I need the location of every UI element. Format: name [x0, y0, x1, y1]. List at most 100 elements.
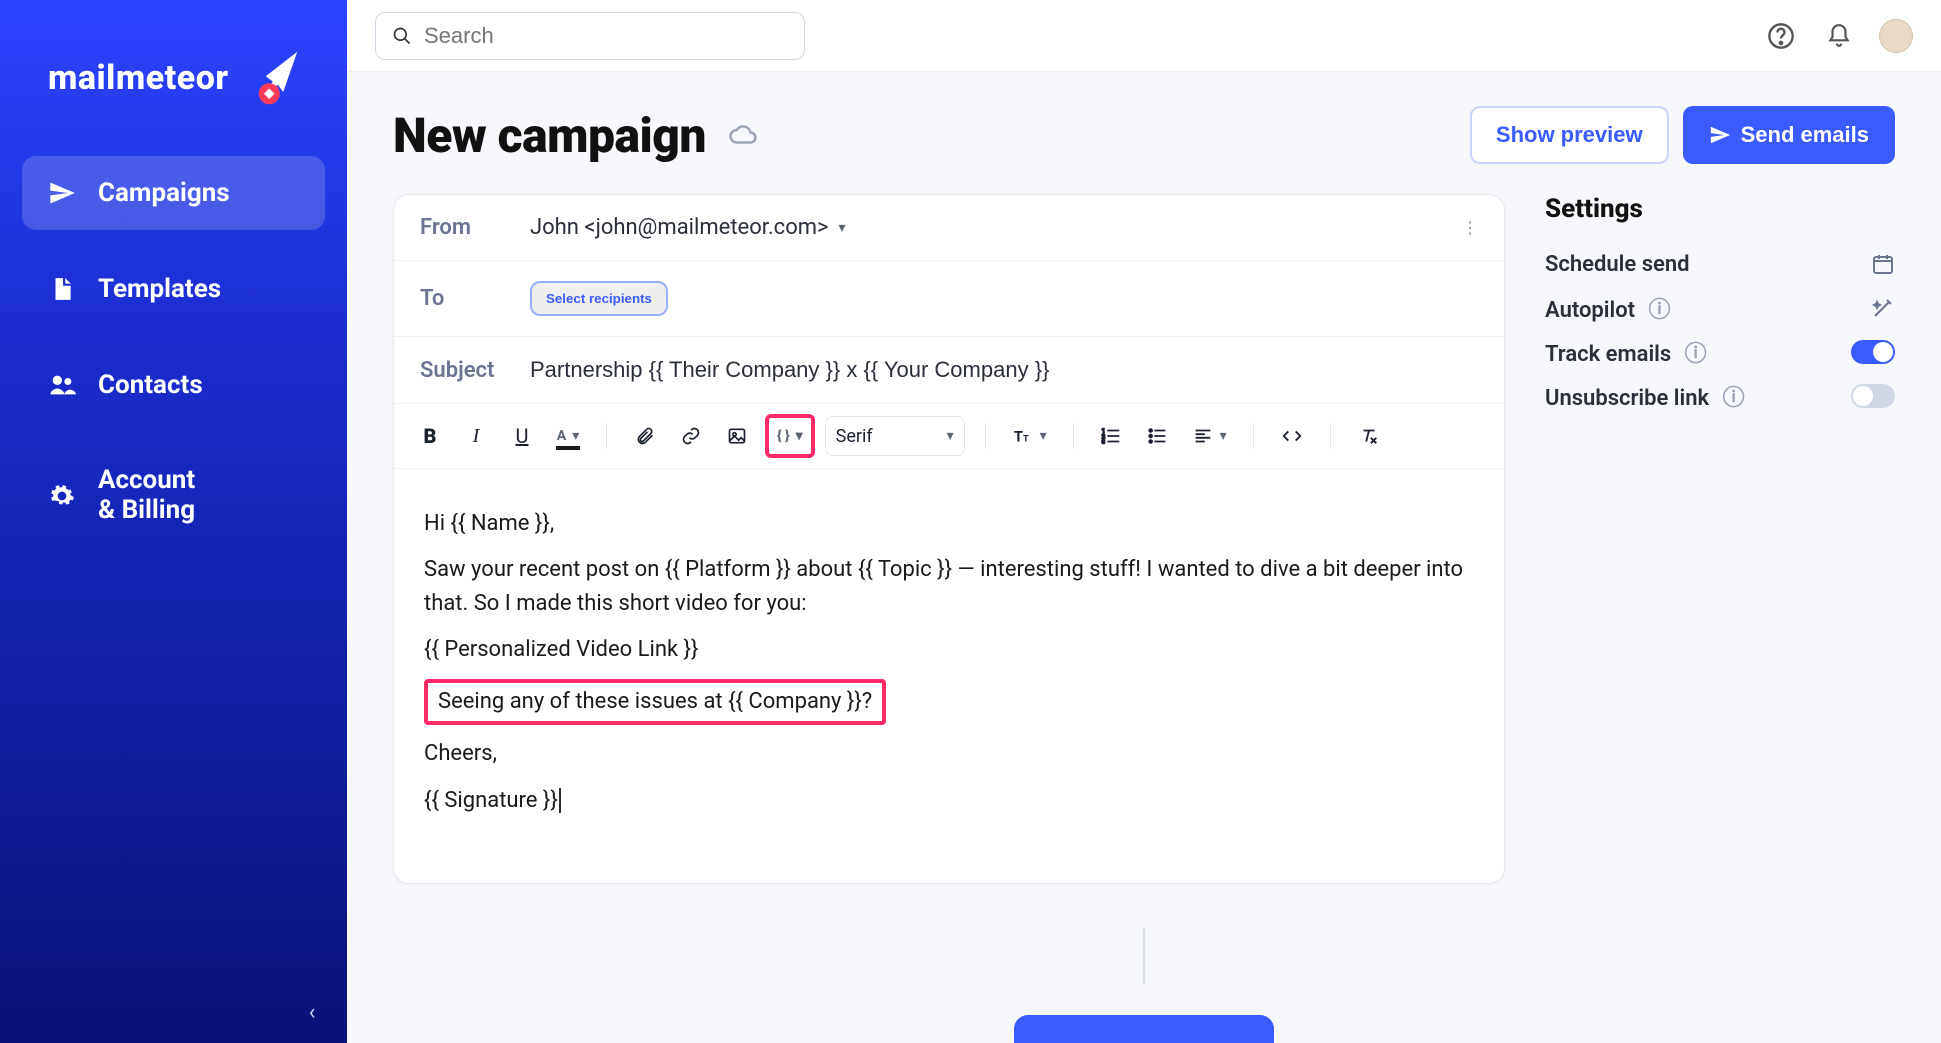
body-line: Hi {{ Name }}, [424, 507, 1474, 541]
setting-label: Autopilot [1545, 298, 1635, 323]
sidebar-item-contacts[interactable]: Contacts [22, 348, 325, 422]
page-actions: Show preview Send emails [1470, 106, 1895, 164]
notifications-button[interactable] [1821, 18, 1857, 54]
file-icon [48, 275, 76, 303]
chevron-down-icon: ▾ [947, 428, 954, 444]
svg-text:3: 3 [1102, 439, 1105, 445]
setting-label: Track emails [1545, 342, 1671, 367]
attach-button[interactable] [627, 418, 663, 454]
chevron-down-icon: ▾ [839, 220, 846, 236]
toolbar-separator [1073, 423, 1074, 449]
from-label: From [420, 215, 530, 240]
info-icon: ⓘ [1649, 298, 1671, 323]
compose-more-button[interactable]: ⋮ [1462, 218, 1478, 237]
add-step-pill[interactable] [1014, 1015, 1274, 1043]
setting-unsubscribe-link[interactable]: Unsubscribe link ⓘ [1545, 374, 1895, 418]
merge-variable-button-highlighted: { } [765, 414, 815, 458]
body-line: {{ Personalized Video Link }} [424, 633, 1474, 667]
body-line: Cheers, [424, 737, 1474, 771]
search-icon [392, 26, 412, 46]
sidebar-item-account-billing[interactable]: Account & Billing [22, 444, 325, 548]
workspace: From John <john@mailmeteor.com> ▾ ⋮ To S… [393, 194, 1895, 884]
bold-button[interactable]: B [412, 418, 448, 454]
font-family-select[interactable]: Serif ▾ [825, 416, 965, 456]
email-body[interactable]: Hi {{ Name }}, Saw your recent post on {… [394, 469, 1504, 856]
sidebar-item-templates[interactable]: Templates [22, 252, 325, 326]
content: New campaign Show preview Send emails [347, 72, 1941, 1043]
subject-row: Subject [394, 337, 1504, 404]
page-header: New campaign Show preview Send emails [393, 106, 1895, 164]
code-button[interactable] [1274, 418, 1310, 454]
search-input[interactable] [424, 23, 788, 49]
sidebar-item-label: Templates [98, 274, 221, 304]
ordered-list-button[interactable]: 123 [1094, 418, 1130, 454]
page-title: New campaign [393, 107, 706, 164]
show-preview-button[interactable]: Show preview [1470, 106, 1669, 164]
to-row: To Select recipients [394, 261, 1504, 337]
gear-icon [48, 482, 76, 510]
font-size-button[interactable]: TT [1006, 418, 1053, 454]
topbar-right [1763, 18, 1913, 54]
to-label: To [420, 286, 530, 311]
select-recipients-button[interactable]: Select recipients [530, 281, 668, 316]
people-icon [48, 371, 76, 399]
from-text: John <john@mailmeteor.com> [530, 215, 829, 240]
track-emails-toggle[interactable] [1851, 340, 1895, 364]
body-line-highlighted: Seeing any of these issues at {{ Company… [424, 679, 1474, 725]
wand-icon [1871, 296, 1895, 320]
settings-title: Settings [1545, 194, 1895, 224]
sidebar-item-label: Account & Billing [98, 466, 195, 526]
brand-meteor-icon [243, 50, 299, 106]
toolbar-separator [606, 423, 607, 449]
search-box[interactable] [375, 12, 805, 60]
body-line: Saw your recent post on {{ Platform }} a… [424, 553, 1474, 621]
setting-label: Schedule send [1545, 252, 1690, 277]
avatar[interactable] [1879, 19, 1913, 53]
subject-input[interactable] [530, 357, 1478, 383]
sidebar-item-label: Campaigns [98, 178, 230, 208]
chevron-left-icon: ‹ [309, 1000, 316, 1025]
align-button[interactable] [1186, 418, 1233, 454]
italic-button[interactable]: I [458, 418, 494, 454]
body-line: {{ Signature }} [424, 784, 1474, 818]
sidebar: mailmeteor Campaigns Templates [0, 0, 347, 1043]
from-value[interactable]: John <john@mailmeteor.com> ▾ [530, 215, 846, 240]
sequence-connector-line [1143, 927, 1145, 985]
compose-card: From John <john@mailmeteor.com> ▾ ⋮ To S… [393, 194, 1505, 884]
image-button[interactable] [719, 418, 755, 454]
from-row: From John <john@mailmeteor.com> ▾ ⋮ [394, 195, 1504, 261]
svg-text:T: T [1013, 428, 1022, 446]
font-color-button[interactable]: A [550, 418, 586, 454]
svg-text:T: T [1023, 435, 1029, 445]
toolbar-separator [985, 423, 986, 449]
topbar [347, 0, 1941, 72]
send-emails-button[interactable]: Send emails [1683, 106, 1895, 164]
toolbar-separator [1253, 423, 1254, 449]
brand-name: mailmeteor [48, 58, 229, 98]
sidebar-item-label: Contacts [98, 370, 203, 400]
main: New campaign Show preview Send emails [347, 0, 1941, 1043]
clear-formatting-button[interactable] [1351, 418, 1387, 454]
subject-label: Subject [420, 358, 530, 383]
brand: mailmeteor [0, 0, 347, 156]
unsubscribe-toggle[interactable] [1851, 384, 1895, 408]
merge-variable-button[interactable]: { } [771, 418, 809, 454]
underline-button[interactable]: U [504, 418, 540, 454]
setting-autopilot[interactable]: Autopilot ⓘ [1545, 286, 1895, 330]
calendar-icon [1871, 252, 1895, 276]
send-icon [48, 179, 76, 207]
link-button[interactable] [673, 418, 709, 454]
setting-schedule-send[interactable]: Schedule send [1545, 242, 1895, 286]
send-icon [1709, 124, 1731, 146]
help-button[interactable] [1763, 18, 1799, 54]
toolbar-separator [1330, 423, 1331, 449]
button-label: Send emails [1741, 122, 1869, 148]
sidebar-collapse-button[interactable]: ‹ [295, 995, 329, 1029]
setting-track-emails[interactable]: Track emails ⓘ [1545, 330, 1895, 374]
settings-panel: Settings Schedule send Autopilot ⓘ [1545, 194, 1895, 418]
button-label: Show preview [1496, 122, 1643, 148]
sidebar-item-campaigns[interactable]: Campaigns [22, 156, 325, 230]
unordered-list-button[interactable] [1140, 418, 1176, 454]
chip-label: Select recipients [546, 291, 652, 306]
setting-label: Unsubscribe link [1545, 386, 1709, 411]
